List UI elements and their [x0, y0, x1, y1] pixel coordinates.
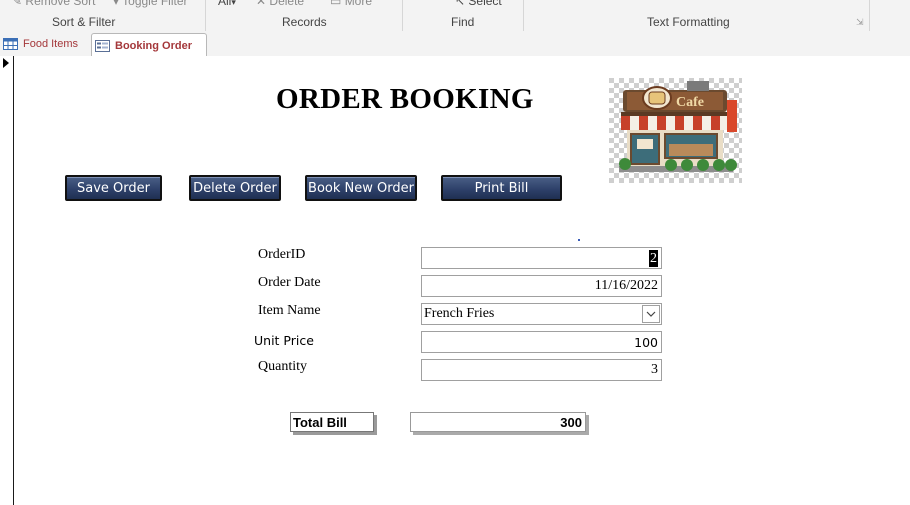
group-separator	[205, 0, 206, 31]
total-bill-label: Total Bill	[290, 412, 374, 432]
order-date-value: 11/16/2022	[594, 278, 658, 293]
unit-price-field[interactable]: 100	[421, 331, 662, 353]
quantity-value: 3	[651, 362, 658, 377]
group-label-sort-filter: Sort & Filter	[52, 15, 116, 29]
group-separator	[869, 0, 870, 31]
ribbon: ✎ Remove Sort ▾ Toggle Filter All▾ ✕ Del…	[0, 0, 910, 32]
group-label-find: Find	[451, 15, 475, 29]
svg-text:Cafe: Cafe	[676, 95, 704, 110]
tab-label: Food Items	[23, 38, 79, 50]
tab-label: Booking Order	[115, 39, 193, 52]
group-label-records: Records	[282, 15, 327, 29]
order-date-label: Order Date	[258, 275, 321, 290]
all-refresh-button[interactable]: All▾	[218, 0, 236, 8]
record-selector[interactable]	[0, 56, 14, 505]
unit-price-value: 100	[634, 334, 658, 350]
cafe-storefront-image: Cafe	[609, 78, 742, 183]
total-bill-field: 300	[410, 412, 586, 432]
unit-price-label: Unit Price	[254, 333, 314, 348]
item-name-label: Item Name	[258, 303, 321, 318]
delete-order-button[interactable]: Delete Order	[189, 175, 281, 201]
group-label-text-formatting: Text Formatting	[647, 15, 730, 29]
dialog-launcher-icon[interactable]: ⇲	[856, 17, 864, 28]
table-icon	[3, 38, 18, 50]
save-order-button[interactable]: Save Order	[65, 175, 162, 201]
delete-x-icon: ✕	[256, 0, 267, 8]
tab-food-items[interactable]: Food Items	[0, 33, 90, 55]
toggle-filter-button[interactable]: ▾ Toggle Filter	[113, 0, 188, 8]
item-name-value: French Fries	[424, 306, 495, 321]
group-separator	[523, 0, 524, 31]
form-icon	[95, 39, 110, 52]
order-id-value: 2	[649, 249, 658, 267]
marker-dot	[578, 239, 580, 241]
print-bill-button[interactable]: Print Bill	[441, 175, 562, 201]
form-title: ORDER BOOKING	[276, 83, 534, 115]
group-separator	[402, 0, 403, 31]
chevron-down-icon	[646, 311, 656, 317]
quantity-label: Quantity	[258, 359, 307, 374]
remove-sort-icon: ✎	[12, 0, 23, 8]
order-id-label: OrderID	[258, 247, 306, 262]
document-tab-strip: Food Items Booking Order	[0, 31, 910, 57]
more-button[interactable]: ▭ More	[330, 0, 372, 8]
total-bill-value: 300	[560, 414, 582, 430]
more-icon: ▭	[330, 0, 342, 8]
book-new-order-button[interactable]: Book New Order	[305, 175, 417, 201]
delete-record-button[interactable]: ✕ Delete	[256, 0, 304, 8]
remove-sort-button[interactable]: ✎ Remove Sort	[12, 0, 95, 8]
quantity-field[interactable]: 3	[421, 359, 662, 381]
select-button[interactable]: ↖ Select	[455, 0, 502, 8]
current-record-icon	[3, 58, 9, 68]
order-date-field[interactable]: 11/16/2022	[421, 275, 662, 297]
dropdown-button[interactable]	[642, 305, 660, 323]
toggle-filter-icon: ▾	[113, 0, 120, 8]
item-name-combobox[interactable]: French Fries	[421, 303, 662, 325]
booking-order-form: ORDER BOOKING Cafe Save Order Delete Ord…	[0, 56, 910, 505]
select-cursor-icon: ↖	[455, 0, 466, 8]
tab-booking-order[interactable]: Booking Order	[91, 33, 207, 57]
order-id-field[interactable]: 2	[421, 247, 662, 269]
